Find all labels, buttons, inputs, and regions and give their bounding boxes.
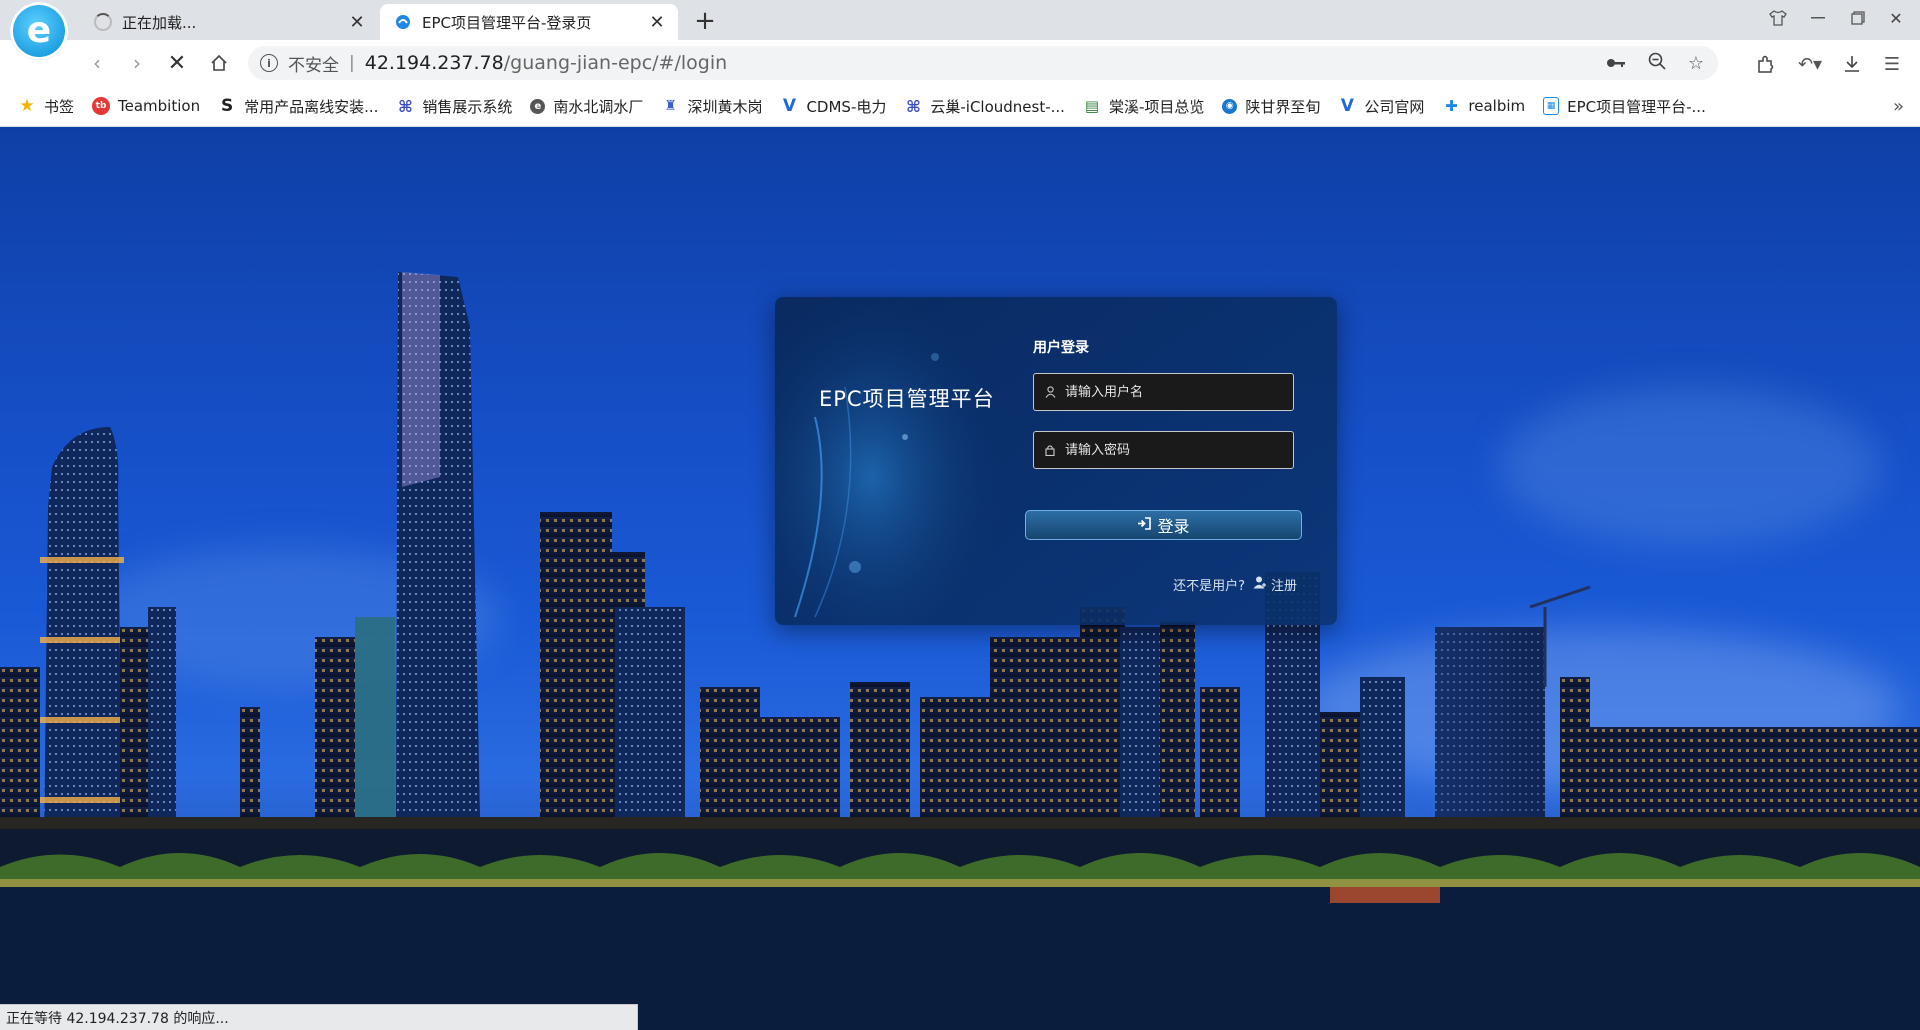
bookmark-item[interactable]: ⌘ 销售展示系统 [396, 96, 512, 117]
key-icon[interactable] [1606, 53, 1626, 74]
tab-epc-login[interactable]: EPC项目管理平台-登录页 ✕ [380, 4, 678, 40]
star-icon: ★ [19, 96, 35, 116]
bookmark-label: 销售展示系统 [422, 97, 513, 116]
bookmarks-overflow-icon[interactable]: » [1893, 96, 1904, 117]
minimize-icon[interactable] [1800, 6, 1836, 30]
forward-icon[interactable]: › [122, 48, 152, 78]
bookmark-label: 深圳黄木岗 [687, 97, 763, 116]
bookmark-label: 云巢-iCloudnest-... [930, 97, 1065, 116]
bookmark-label: 南水北调水厂 [553, 97, 644, 116]
bookmark-item[interactable]: ▤ 棠溪-项目总览 [1083, 96, 1205, 117]
bookmarks-bar: ★ 书签 tb Teambition S 常用产品离线安装... ⌘ 销售展示系… [0, 86, 1920, 127]
tab-title: 正在加载... [122, 13, 197, 32]
status-bar: 正在等待 42.194.237.78 的响应... [0, 1004, 638, 1030]
teambition-icon: tb [92, 97, 111, 115]
epc-icon: ▦ [1543, 97, 1560, 115]
download-icon[interactable] [1838, 50, 1866, 78]
register-link-label: 注册 [1270, 579, 1297, 594]
address-toolbar: ‹ › ✕ i 不安全 | 42.194.237.78 /guang-jian-… [0, 40, 1920, 86]
login-button[interactable]: 登录 [1025, 510, 1302, 540]
loading-spinner-icon [94, 13, 112, 31]
bookmark-label: 书签 [44, 97, 75, 116]
epc-favicon-icon [394, 13, 412, 31]
v-logo-icon: V [1340, 96, 1354, 116]
username-input[interactable] [1063, 383, 1287, 401]
login-button-label: 登录 [1157, 517, 1190, 536]
bookmark-star-icon[interactable]: ☆ [1688, 53, 1704, 74]
url-path: /guang-jian-epc/#/login [503, 52, 728, 74]
realbim-icon: ✚ [1445, 97, 1458, 115]
bookmark-item[interactable]: S 常用产品离线安装... [218, 96, 378, 117]
new-tab-button[interactable]: + [690, 6, 720, 36]
address-separator: | [349, 53, 355, 73]
login-page: EPC项目管理平台 用户登录 登录 还不是用户? [0, 127, 1920, 1030]
address-bar[interactable]: i 不安全 | 42.194.237.78 /guang-jian-epc/#/… [248, 46, 1718, 80]
bookmark-label: 陕甘界至旬 [1245, 97, 1321, 116]
restore-icon[interactable] [1840, 6, 1876, 30]
register-link[interactable]: 注册 [1253, 575, 1297, 594]
history-undo-icon[interactable]: ↶▾ [1792, 50, 1828, 78]
bookmark-item[interactable]: ▦ EPC项目管理平台-... [1543, 96, 1706, 117]
building-icon: ♜ [664, 98, 677, 114]
login-card: EPC项目管理平台 用户登录 登录 还不是用户? [775, 297, 1337, 625]
doc-icon: ▤ [1084, 97, 1100, 115]
extensions-icon[interactable] [1752, 50, 1780, 78]
register-row: 还不是用户? 注册 [1173, 575, 1297, 594]
bookmark-label: 公司官网 [1364, 97, 1425, 116]
bookmark-item[interactable]: e 南水北调水厂 [530, 96, 643, 117]
bookmark-item[interactable]: ⌘ 云巢-iCloudnest-... [904, 96, 1065, 117]
stop-loading-icon[interactable]: ✕ [162, 48, 192, 78]
bookmark-label: Teambition [118, 97, 201, 115]
circle-e-icon: e [530, 98, 546, 114]
close-window-icon[interactable]: ✕ [1878, 6, 1914, 30]
shirt-icon[interactable] [1760, 6, 1796, 30]
add-user-icon [1253, 576, 1267, 593]
tab-loading[interactable]: 正在加载... ✕ [80, 4, 378, 40]
password-input[interactable] [1063, 441, 1287, 459]
security-label: 不安全 [288, 55, 339, 76]
bookmark-label: 棠溪-项目总览 [1108, 97, 1205, 116]
bookmark-label: realbim [1468, 97, 1526, 115]
menu-icon[interactable]: ☰ [1878, 50, 1906, 78]
sign-in-icon [1137, 516, 1152, 534]
lock-icon [1043, 444, 1057, 456]
tab-title: EPC项目管理平台-登录页 [422, 13, 592, 32]
v-logo-icon: V [782, 96, 797, 116]
password-field[interactable] [1033, 431, 1294, 469]
browser-logo-icon[interactable]: e [10, 2, 68, 60]
bookmark-item[interactable]: V 公司官网 [1338, 96, 1425, 117]
back-icon[interactable]: ‹ [82, 48, 112, 78]
url-host: 42.194.237.78 [364, 52, 504, 74]
user-icon [1043, 386, 1057, 398]
close-icon[interactable]: ✕ [646, 11, 668, 33]
bookmark-label: 常用产品离线安装... [244, 97, 379, 116]
card-decoration-image [775, 297, 1015, 625]
tab-strip: e 正在加载... ✕ EPC项目管理平台-登录页 ✕ + ✕ [0, 0, 1920, 60]
bookmark-item[interactable]: tb Teambition [92, 97, 200, 115]
register-prompt: 还不是用户? [1173, 579, 1245, 594]
bookmark-item[interactable]: ♜ 深圳黄木岗 [661, 96, 762, 117]
bookmark-label: EPC项目管理平台-... [1567, 97, 1706, 116]
platform-title: EPC项目管理平台 [819, 387, 995, 411]
s-logo-icon: S [220, 96, 234, 116]
home-icon[interactable] [204, 48, 234, 78]
bookmark-item[interactable]: ◉ 陕甘界至旬 [1222, 96, 1320, 117]
login-form-heading: 用户登录 [1033, 340, 1089, 356]
bookmark-item[interactable]: ★ 书签 [18, 96, 74, 117]
globe-icon: ◉ [1222, 98, 1238, 114]
username-field[interactable] [1033, 373, 1294, 411]
zoom-icon[interactable] [1648, 52, 1666, 75]
grid-icon: ⌘ [397, 96, 413, 116]
grid-icon: ⌘ [905, 96, 921, 116]
info-icon[interactable]: i [260, 54, 278, 72]
close-icon[interactable]: ✕ [346, 11, 368, 33]
bookmark-label: CDMS-电力 [806, 97, 887, 116]
bookmark-item[interactable]: ✚ realbim [1442, 97, 1525, 115]
bookmark-item[interactable]: V CDMS-电力 [780, 96, 887, 117]
